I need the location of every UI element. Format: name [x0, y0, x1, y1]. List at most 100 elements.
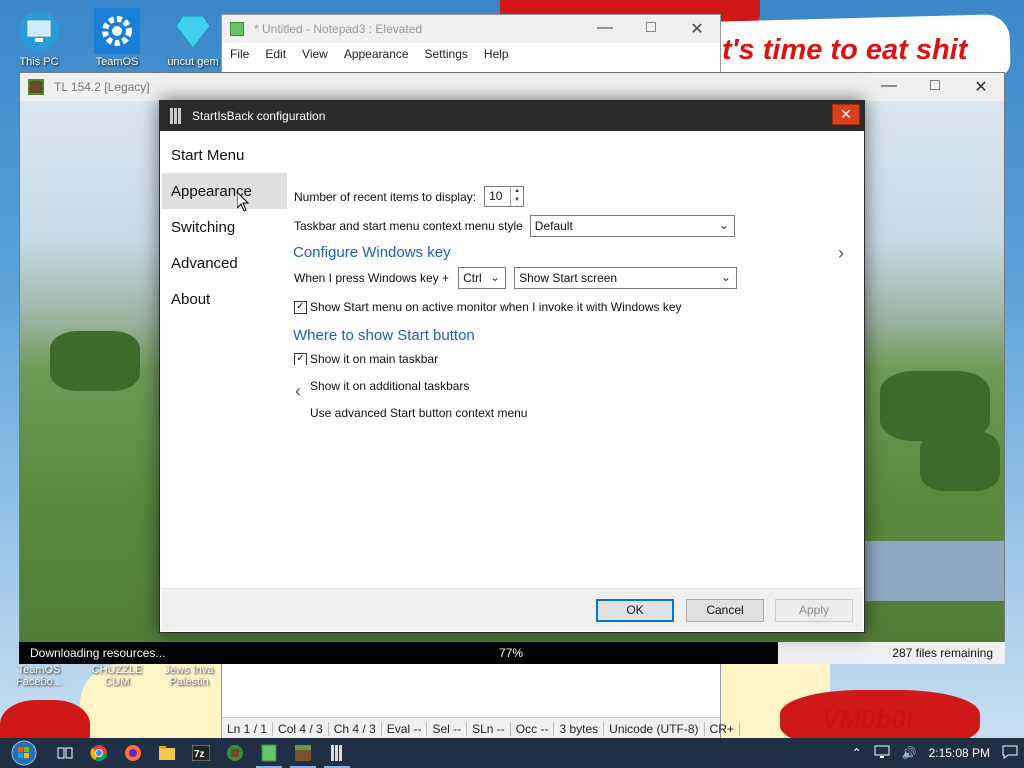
- dialog-footer: OK Cancel Apply: [162, 588, 862, 631]
- startisback-icon: [170, 108, 182, 124]
- ok-button[interactable]: OK: [596, 599, 674, 622]
- win-key-modifier-value: Ctrl: [463, 271, 482, 285]
- status-sel: Sel --: [427, 721, 468, 736]
- dialog-body: Start Menu Appearance Switching Advanced…: [162, 131, 862, 589]
- menu-file[interactable]: File: [230, 47, 249, 61]
- advanced-menu-row[interactable]: Use advanced Start button context menu: [310, 406, 527, 420]
- spin-up-icon[interactable]: ▲: [511, 187, 523, 196]
- close-icon[interactable]: ✕: [958, 77, 1004, 97]
- minimize-icon[interactable]: —: [582, 19, 628, 39]
- nav-item-appearance[interactable]: Appearance: [162, 173, 287, 209]
- context-style-row: Taskbar and start menu context menu styl…: [294, 215, 735, 237]
- diamond-icon: [170, 8, 216, 54]
- status-encoding[interactable]: Unicode (UTF-8): [604, 721, 705, 736]
- system-tray: ⌃ 🔊 2:15:08 PM: [846, 745, 1024, 762]
- download-progress-bar: Downloading resources... 77% 287 files r…: [19, 642, 1005, 664]
- desktop-icon-teamos[interactable]: TeamOS: [82, 8, 152, 68]
- menu-appearance[interactable]: Appearance: [344, 47, 409, 61]
- nav-item-about[interactable]: About: [162, 281, 287, 317]
- desktop-icon-label: This PC: [19, 56, 59, 68]
- wallpaper-corner-text: VM0b0t: [822, 704, 915, 734]
- nav-item-advanced[interactable]: Advanced: [162, 245, 287, 281]
- main-taskbar-row[interactable]: ✓ Show it on main taskbar: [294, 353, 438, 365]
- taskbar-tl-launcher[interactable]: [218, 738, 252, 768]
- win-key-action-value: Show Start screen: [519, 271, 618, 285]
- menu-settings[interactable]: Settings: [425, 47, 468, 61]
- grass-block-icon: [295, 745, 311, 761]
- network-icon[interactable]: [874, 745, 890, 762]
- close-button[interactable]: ✕: [832, 104, 860, 125]
- recent-items-stepper[interactable]: 10 ▲ ▼: [484, 186, 525, 207]
- start-button[interactable]: [0, 738, 48, 768]
- taskbar-notepad3[interactable]: [252, 738, 286, 768]
- desktop-icon-label: TeamOS: [95, 56, 139, 68]
- grass-block-icon: [28, 79, 44, 95]
- taskbar-7zip[interactable]: 7z: [184, 738, 218, 768]
- win-key-modifier-select[interactable]: Ctrl ⌄: [458, 267, 507, 289]
- win-key-label: When I press Windows key +: [294, 271, 450, 285]
- dialog-titlebar[interactable]: StartIsBack configuration: [160, 101, 864, 131]
- additional-taskbars-row[interactable]: Show it on additional taskbars: [310, 379, 469, 393]
- status-eol[interactable]: CR+: [705, 721, 740, 736]
- win-key-heading: Configure Windows key: [293, 244, 451, 261]
- chevron-up-icon[interactable]: ⌃: [852, 746, 862, 760]
- progress-status-text: Downloading resources...: [30, 646, 166, 660]
- desktop-icon-jews-inva[interactable]: Jews Inva Palestin: [154, 664, 224, 688]
- taskbar-file-explorer[interactable]: [150, 738, 184, 768]
- windows-orb-icon: [11, 740, 37, 766]
- close-icon[interactable]: ✕: [674, 19, 720, 39]
- launcher-icon: [227, 745, 243, 761]
- chevron-right-icon[interactable]: ›: [838, 243, 844, 264]
- main-taskbar-checkbox[interactable]: ✓: [294, 353, 307, 365]
- desktop-icon-this-pc[interactable]: This PC: [4, 8, 74, 68]
- apply-button[interactable]: Apply: [775, 599, 853, 622]
- context-style-value: Default: [534, 219, 573, 233]
- additional-taskbars-label: Show it on additional taskbars: [310, 379, 470, 393]
- settings-content: Number of recent items to display: 10 ▲ ▼…: [293, 131, 854, 589]
- clock[interactable]: 2:15:08 PM: [929, 746, 990, 760]
- nav-item-start-menu[interactable]: Start Menu: [162, 137, 287, 173]
- notification-icon[interactable]: [1002, 745, 1018, 762]
- taskbar-minecraft[interactable]: [286, 738, 320, 768]
- launcher-titlebar[interactable]: TL 154.2 [Legacy] — □ ✕: [20, 73, 1004, 101]
- recent-items-value[interactable]: 10: [485, 187, 510, 206]
- notepad-titlebar[interactable]: * Untitled - Notepad3 : Elevated — □ ✕: [222, 15, 720, 43]
- nav-item-switching[interactable]: Switching: [162, 209, 287, 245]
- active-monitor-checkbox[interactable]: ✓: [294, 300, 307, 314]
- advanced-menu-label: Use advanced Start button context menu: [310, 406, 528, 420]
- taskbar-chrome[interactable]: [82, 738, 116, 768]
- spin-down-icon[interactable]: ▼: [511, 196, 523, 205]
- volume-icon[interactable]: 🔊: [902, 746, 917, 760]
- notepad-icon: [261, 744, 277, 762]
- desktop-icon-label: Jews Inva Palestin: [164, 664, 214, 688]
- menu-view[interactable]: View: [302, 47, 328, 61]
- context-style-select[interactable]: Default ⌄: [529, 215, 735, 237]
- taskbar-startisback[interactable]: [320, 738, 354, 768]
- 7zip-icon: 7z: [192, 745, 210, 761]
- desktop-icon-chuzzle[interactable]: CHUZZLE CUM: [82, 664, 152, 688]
- chevron-down-icon: ⌄: [718, 218, 729, 232]
- active-monitor-row[interactable]: ✓ Show Start menu on active monitor when…: [294, 300, 682, 314]
- chevron-down-icon: ⌄: [490, 270, 501, 284]
- gear-icon: [94, 8, 140, 54]
- maximize-icon[interactable]: □: [912, 77, 958, 97]
- chrome-icon: [90, 745, 108, 762]
- win-key-action-select[interactable]: Show Start screen ⌄: [514, 267, 738, 289]
- chevron-left-icon[interactable]: ‹: [295, 381, 301, 402]
- status-char: Ch 4 / 3: [329, 721, 382, 736]
- maximize-icon[interactable]: □: [628, 19, 674, 39]
- status-size: 3 bytes: [554, 721, 605, 736]
- task-view-button[interactable]: [48, 738, 82, 768]
- desktop-icon-teamos-facebook[interactable]: TeamOS Facebo...: [4, 664, 74, 688]
- minimize-icon[interactable]: —: [866, 77, 912, 97]
- menu-help[interactable]: Help: [484, 47, 509, 61]
- desktop-icon-label: TeamOS Facebo...: [16, 664, 62, 688]
- menu-edit[interactable]: Edit: [265, 47, 286, 61]
- cancel-button[interactable]: Cancel: [686, 599, 764, 622]
- startisback-dialog[interactable]: StartIsBack configuration ✕ Start Menu A…: [159, 100, 865, 633]
- status-col: Col 4 / 3: [273, 721, 329, 736]
- desktop-icon-uncut-gem[interactable]: uncut gem: [158, 8, 228, 68]
- taskbar-firefox[interactable]: [116, 738, 150, 768]
- folder-icon: [159, 746, 175, 760]
- wallpaper-banner-text: t's time to eat shit: [722, 34, 968, 66]
